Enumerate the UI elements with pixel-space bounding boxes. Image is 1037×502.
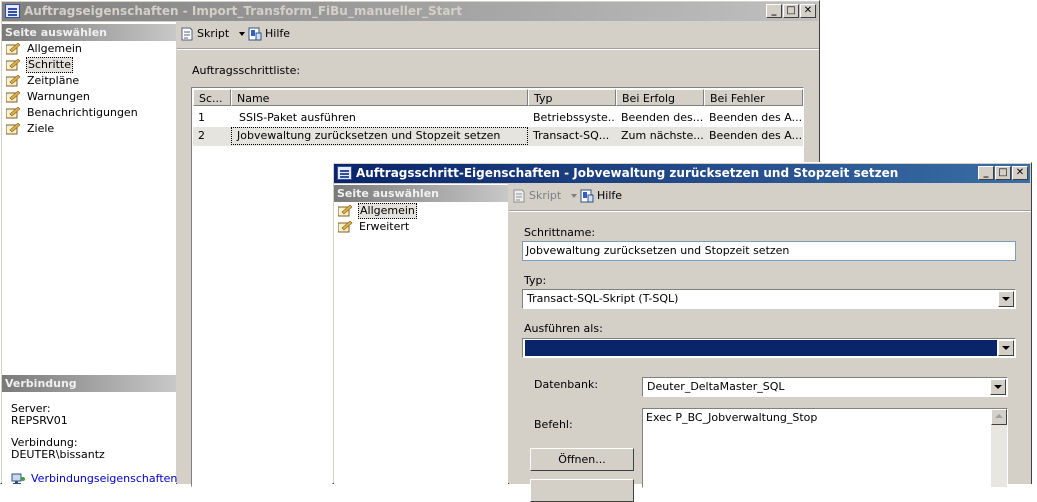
connection-value: DEUTER\bissantz [11, 448, 105, 461]
select-page-pane: Seite auswählen Allgemein Erweitert [334, 184, 508, 484]
page-icon [5, 74, 21, 87]
toolbar-divider [177, 48, 819, 50]
page-label: Allgemein [27, 42, 82, 55]
help-label: Hilfe [597, 189, 623, 202]
page-icon [337, 220, 353, 233]
page-label-selected: Schritte [26, 57, 73, 73]
page-icon [5, 106, 21, 119]
page-label-selected: Allgemein [358, 203, 417, 219]
script-label: Skript [529, 189, 562, 202]
cell-on-success: Beenden des... [621, 111, 704, 124]
command-textarea[interactable]: Exec P_BC_Jobverwaltung_Stop [642, 408, 1008, 488]
step-properties-window: Auftragsschritt-Eigenschaften - Jobvewal… [332, 162, 1032, 502]
vertical-scrollbar[interactable] [991, 409, 1007, 487]
minimize-button[interactable]: _ [978, 166, 994, 180]
column-header-name[interactable]: Name [231, 89, 528, 106]
step-name-input[interactable]: Jobvewaltung zurücksetzen und Stopzeit s… [522, 241, 1016, 261]
chevron-down-icon [238, 32, 245, 36]
page-label: Erweitert [359, 220, 410, 233]
type-select-value: Transact-SQL-Skript (T-SQL) [527, 292, 679, 305]
page-icon [337, 204, 353, 217]
window-title: Auftragseigenschaften - Import_Transform… [24, 4, 463, 18]
scroll-up-icon [995, 414, 1003, 418]
column-header-on-failure[interactable]: Bei Fehler [704, 89, 803, 106]
page-label: Zeitpläne [27, 74, 80, 87]
job-properties-titlebar[interactable]: Auftragseigenschaften - Import_Transform… [2, 2, 818, 21]
cell-on-failure: Beenden des A... [709, 129, 803, 142]
table-row[interactable]: 1 SSIS-Paket ausführen Betriebssyste... … [193, 109, 803, 127]
help-icon [248, 27, 262, 41]
page-icon [5, 42, 21, 55]
type-select[interactable]: Transact-SQL-Skript (T-SQL) [522, 289, 1016, 309]
cell-name: Jobvewaltung zurücksetzen und Stopzeit s… [231, 127, 528, 145]
connection-header: Verbindung [2, 375, 176, 392]
select-page-header: Seite auswählen [334, 185, 508, 202]
script-icon [512, 189, 526, 203]
database-select-value: Deuter_DeltaMaster_SQL [647, 380, 785, 393]
select-page-pane: Seite auswählen Allgemein Schritte Zeitp… [2, 22, 177, 485]
type-label: Typ: [524, 274, 547, 287]
column-header-type[interactable]: Typ [528, 89, 616, 106]
page-icon [5, 58, 21, 71]
cell-step: 1 [198, 111, 205, 124]
select-page-header: Seite auswählen [2, 24, 176, 41]
step-list-label: Auftragsschrittliste: [192, 64, 301, 77]
run-as-select-value [525, 340, 997, 356]
run-as-label: Ausführen als: [524, 322, 603, 335]
help-button[interactable]: Hilfe [580, 186, 622, 206]
script-button[interactable]: Skript [512, 186, 577, 206]
server-value: REPSRV01 [11, 414, 68, 427]
column-header-on-success[interactable]: Bei Erfolg [616, 89, 704, 106]
page-label: Ziele [27, 122, 55, 135]
help-icon [580, 189, 594, 203]
help-button[interactable]: Hilfe [248, 24, 290, 44]
command-text: Exec P_BC_Jobverwaltung_Stop [646, 411, 818, 424]
steps-table-header: Sc... Name Typ Bei Erfolg Bei Fehler [193, 89, 803, 107]
column-header-step[interactable]: Sc... [193, 89, 231, 106]
script-label: Skript [197, 27, 230, 40]
maximize-button[interactable]: □ [995, 166, 1011, 180]
close-button[interactable]: ✕ [800, 4, 816, 18]
page-label: Warnungen [27, 90, 90, 103]
command-label: Befehl: [534, 418, 573, 431]
app-icon [337, 166, 352, 180]
cell-type: Transact-SQ... [533, 129, 610, 142]
page-icon [5, 90, 21, 103]
database-label: Datenbank: [534, 378, 599, 391]
cell-step: 2 [198, 129, 205, 142]
page-label: Benachrichtigungen [27, 106, 138, 119]
minimize-button[interactable]: _ [766, 4, 782, 18]
cell-on-failure: Beenden des A... [709, 111, 803, 124]
open-button[interactable]: Öffnen... [530, 448, 634, 471]
step-name-label: Schrittname: [524, 226, 596, 239]
run-as-select[interactable] [522, 338, 1016, 358]
dropdown-arrow-icon[interactable] [998, 291, 1014, 307]
help-label: Hilfe [265, 27, 291, 40]
close-button[interactable]: ✕ [1012, 166, 1028, 180]
step-content-pane: Skript Hilfe Schrittname: Jobvewaltung z… [509, 184, 1031, 502]
connection-properties-label: Verbindungseigenschaften [31, 472, 178, 485]
open-button-label: Öffnen... [558, 453, 606, 466]
secondary-button[interactable] [530, 479, 634, 502]
connection-properties-link[interactable]: Verbindungseigenschaften [11, 472, 177, 485]
app-icon [5, 4, 20, 18]
cell-name: SSIS-Paket ausführen [239, 111, 356, 124]
script-button[interactable]: Skript [180, 24, 245, 44]
toolbar-divider [509, 210, 1031, 212]
dropdown-arrow-icon[interactable] [990, 379, 1006, 395]
cell-type: Betriebssyste... [533, 111, 616, 124]
step-properties-titlebar[interactable]: Auftragsschritt-Eigenschaften - Jobvewal… [334, 164, 1030, 183]
table-row-selected[interactable]: 2 Jobvewaltung zurücksetzen und Stopzeit… [193, 127, 803, 146]
scroll-up-button[interactable] [991, 409, 1007, 425]
connection-properties-icon [11, 473, 25, 485]
script-icon [180, 27, 194, 41]
page-icon [5, 122, 21, 135]
maximize-button[interactable]: □ [783, 4, 799, 18]
dropdown-arrow-icon[interactable] [998, 340, 1014, 356]
cell-on-success: Zum nächste... [621, 129, 704, 142]
chevron-down-icon [570, 194, 577, 198]
database-select[interactable]: Deuter_DeltaMaster_SQL [642, 377, 1008, 397]
window-title: Auftragsschritt-Eigenschaften - Jobvewal… [356, 166, 899, 180]
